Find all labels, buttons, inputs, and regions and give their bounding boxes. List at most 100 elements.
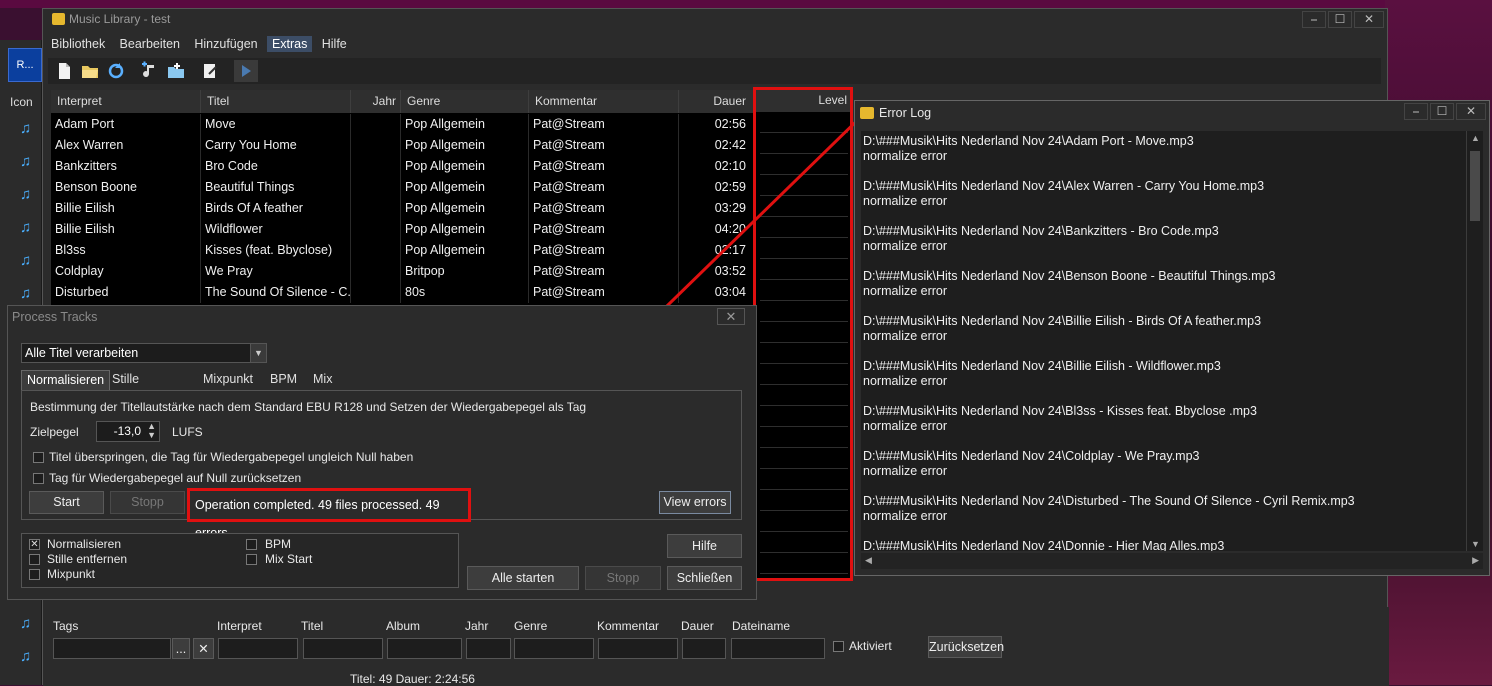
table-row[interactable]: Adam Port Move Pop Allgemein Pat@Stream 02:5… (51, 114, 755, 135)
genre-filter-input[interactable] (514, 638, 594, 659)
scroll-up-icon[interactable]: ▲ (1471, 133, 1480, 143)
stop-all-button[interactable]: Stopp (585, 566, 661, 590)
table-row[interactable]: Coldplay We Pray Britpop Pat@Stream 03:52 (51, 261, 755, 282)
maximize-button[interactable]: ☐ (1328, 11, 1352, 28)
task-checkbox-bpm[interactable] (246, 539, 257, 550)
menu-hilfe[interactable]: Hilfe (317, 36, 352, 52)
stop-button[interactable]: Stopp (110, 491, 185, 514)
table-row[interactable]: Bankzitters Bro Code Pop Allgemein Pat@Stre… (51, 156, 755, 177)
task-label-mix-start: Mix Start (265, 552, 313, 566)
cell-interpret: Billie Eilish (51, 198, 201, 219)
aktiviert-checkbox[interactable] (833, 641, 844, 652)
refresh-icon[interactable] (106, 61, 126, 81)
tab-stille-entfernen[interactable]: Stille entfernen (107, 370, 170, 405)
close-button[interactable]: ✕ (1456, 103, 1486, 120)
table-row[interactable]: Benson Boone Beautiful Things Pop Allgemei… (51, 177, 755, 198)
error-path: D:\###Musik\Hits Nederland Nov 24\Donnie… (863, 539, 1225, 551)
status-bar: Titel: 49 Dauer: 2:24:56 (350, 672, 475, 686)
horizontal-scrollbar[interactable]: ◀ ▶ (861, 553, 1483, 569)
tags-browse-button[interactable]: ... (172, 638, 190, 659)
table-row[interactable]: Billie Eilish Wildflower Pop Allgemein Pat@… (51, 219, 755, 240)
open-folder-icon[interactable] (80, 61, 100, 81)
chevron-down-icon[interactable]: ▼ (250, 344, 266, 362)
table-header: Interpret Titel Jahr Genre Kommentar Dau… (51, 90, 755, 113)
menu-bearbeiten[interactable]: Bearbeiten (115, 36, 185, 52)
column-header-interpret[interactable]: Interpret (51, 90, 201, 113)
menu-bibliothek[interactable]: Bibliothek (46, 36, 110, 52)
menu-hinzufuegen[interactable]: Hinzufügen (189, 36, 262, 52)
start-all-button[interactable]: Alle starten (467, 566, 579, 590)
cell-interpret: Bankzitters (51, 156, 201, 177)
tags-clear-button[interactable]: ✕ (193, 638, 214, 659)
icon-column-header: Icon (10, 95, 33, 109)
start-button[interactable]: Start (29, 491, 104, 514)
cell-jahr (351, 114, 401, 135)
reset-tag-checkbox[interactable] (33, 473, 44, 484)
target-level-input[interactable]: -13,0 ▲ ▼ (96, 421, 160, 442)
reset-filters-button[interactable]: Zurücksetzen (928, 636, 1004, 658)
scroll-right-icon[interactable]: ▶ (1472, 555, 1479, 566)
column-header-titel[interactable]: Titel (201, 90, 351, 113)
task-checkbox-mix-start[interactable] (246, 554, 257, 565)
tab-mixpunkt[interactable]: Mixpunkt (198, 370, 258, 390)
titel-filter-input[interactable] (303, 638, 383, 659)
jahr-filter-input[interactable] (466, 638, 511, 659)
tab-bpm[interactable]: BPM (265, 370, 302, 390)
cell-interpret: Bl3ss (51, 240, 201, 261)
edit-document-icon[interactable] (200, 61, 220, 81)
kommentar-filter-input[interactable] (598, 638, 678, 659)
side-panel-button[interactable]: R... (8, 48, 42, 82)
add-track-icon[interactable] (140, 61, 160, 81)
error-path: D:\###Musik\Hits Nederland Nov 24\Billie… (863, 314, 1262, 328)
minimize-button[interactable]: ⎯ (1302, 11, 1326, 28)
column-header-kommentar[interactable]: Kommentar (529, 90, 679, 113)
close-button[interactable]: ✕ (1354, 11, 1384, 28)
task-label-normalisieren: Normalisieren (47, 537, 122, 551)
add-folder-icon[interactable] (166, 61, 186, 81)
column-header-jahr[interactable]: Jahr (351, 90, 401, 113)
cell-titel: Wildflower (201, 219, 351, 240)
column-header-genre[interactable]: Genre (401, 90, 529, 113)
new-file-icon[interactable] (54, 61, 74, 81)
album-filter-input[interactable] (387, 638, 462, 659)
menu-extras[interactable]: Extras (266, 36, 313, 52)
cell-titel: Bro Code (201, 156, 351, 177)
dateiname-filter-input[interactable] (731, 638, 825, 659)
task-selection: ✕ Normalisieren Stille entfernen Mixpunk… (21, 533, 459, 588)
table-row[interactable]: Disturbed The Sound Of Silence - C... 80s P… (51, 282, 755, 303)
spinner-arrows-icon[interactable]: ▲ ▼ (147, 422, 156, 440)
task-checkbox-stille-entfernen[interactable] (29, 554, 40, 565)
tab-normalisieren[interactable]: Normalisieren (21, 370, 111, 390)
process-mode-select[interactable]: Alle Titel verarbeiten ▼ (21, 343, 267, 363)
view-errors-button[interactable]: View errors (659, 491, 731, 514)
help-button[interactable]: Hilfe (667, 534, 742, 558)
filter-label-interpret: Interpret (217, 619, 262, 633)
table-row[interactable]: Billie Eilish Birds Of A feather Pop Allge… (51, 198, 755, 219)
interpret-filter-input[interactable] (218, 638, 298, 659)
folder-icon (860, 107, 874, 119)
close-dialog-button[interactable]: Schließen (667, 566, 742, 590)
filter-label-titel: Titel (301, 619, 324, 633)
task-checkbox-mixpunkt[interactable] (29, 569, 40, 580)
scroll-left-icon[interactable]: ◀ (865, 555, 872, 566)
vertical-scrollbar[interactable]: ▲ ▼ (1466, 131, 1483, 551)
filter-label-tags: Tags (53, 619, 79, 633)
error-log-window: Error Log ⎯ ☐ ✕ D:\###Musik\Hits Nederla… (854, 100, 1490, 576)
error-message: normalize error (863, 194, 948, 208)
play-icon[interactable] (234, 60, 258, 82)
folder-icon (52, 13, 65, 25)
tab-mix-start[interactable]: Mix Start (308, 370, 344, 405)
dauer-filter-input[interactable] (682, 638, 726, 659)
table-row[interactable]: Alex Warren Carry You Home Pop Allgemein Pa… (51, 135, 755, 156)
task-checkbox-normalisieren[interactable]: ✕ (29, 539, 40, 550)
skip-tracks-checkbox[interactable] (33, 452, 44, 463)
cell-titel: Birds Of A feather (201, 198, 351, 219)
column-header-dauer[interactable]: Dauer (679, 90, 755, 113)
table-row[interactable]: Bl3ss Kisses (feat. Bbyclose) Pop Allgemei… (51, 240, 755, 261)
minimize-button[interactable]: ⎯ (1404, 103, 1428, 120)
maximize-button[interactable]: ☐ (1430, 103, 1454, 120)
tags-input[interactable] (53, 638, 171, 659)
scrollbar-thumb[interactable] (1470, 151, 1480, 221)
scroll-down-icon[interactable]: ▼ (1471, 539, 1480, 549)
dialog-close-button[interactable]: ✕ (717, 308, 745, 325)
